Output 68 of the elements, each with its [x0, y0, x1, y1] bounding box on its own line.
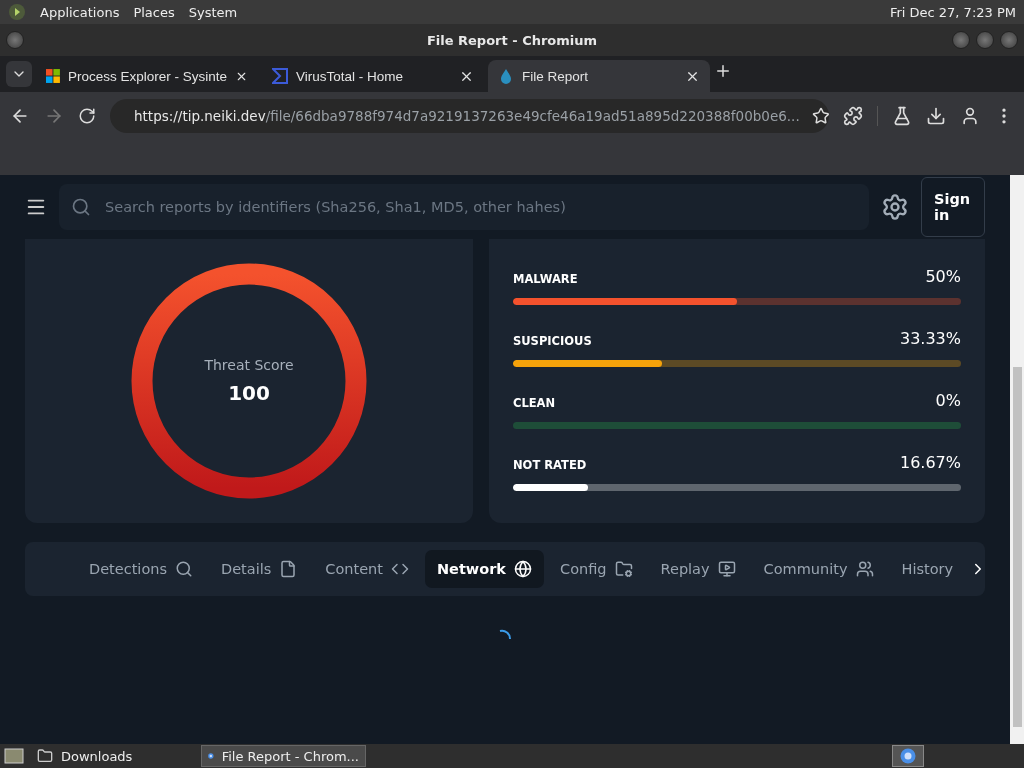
drop-logo-icon	[498, 68, 514, 84]
browser-tab[interactable]: Process Explorer - Sysinte	[36, 60, 258, 92]
report-tab[interactable]: Detections	[77, 550, 205, 588]
close-button[interactable]	[1000, 31, 1018, 49]
globe-icon	[514, 560, 532, 578]
url-text: https://tip.neiki.dev/file/66dba9788f974d7a9219137263e49cfe46a19ad51a895d220388f00b0e6...	[134, 108, 800, 124]
app-menu-icon[interactable]	[8, 3, 26, 21]
verdict-percent: 0%	[935, 391, 961, 410]
tab-title: Process Explorer - Sysinte	[67, 68, 227, 84]
verdict-percent: 50%	[925, 267, 961, 286]
threat-score-label: Threat Score	[204, 357, 294, 373]
taskbar-item-label: File Report - Chrom...	[221, 748, 359, 764]
tab-title: VirusTotal - Home	[296, 68, 405, 84]
panel-menu[interactable]: System	[188, 4, 238, 20]
tab-title: File Report	[522, 68, 590, 84]
window-menu-button[interactable]	[6, 31, 24, 49]
tab-list-button[interactable]	[6, 61, 32, 87]
show-desktop-icon[interactable]	[4, 747, 24, 765]
report-tab[interactable]: Details	[209, 550, 310, 588]
report-tab[interactable]: Content	[313, 550, 421, 588]
taskbar-item-label: Downloads	[61, 748, 133, 764]
people-icon	[855, 560, 874, 578]
verdict-label: MALWARE	[513, 272, 578, 286]
new-tab-icon[interactable]	[714, 62, 732, 80]
taskbar-item[interactable]: File Report - Chrom...	[201, 745, 366, 767]
profile-icon[interactable]	[960, 106, 980, 126]
report-tab[interactable]: Replay	[648, 550, 748, 588]
report-tab[interactable]: History	[889, 550, 966, 588]
search-icon	[175, 560, 193, 578]
report-tab[interactable]: Network	[424, 550, 544, 588]
windows-logo-icon	[46, 68, 60, 84]
verdict-percent: 33.33%	[900, 329, 961, 348]
minimize-button[interactable]	[952, 31, 970, 49]
reload-icon[interactable]	[78, 107, 96, 125]
browser-tab[interactable]: File Report	[488, 60, 710, 92]
address-bar[interactable]: https://tip.neiki.dev/file/66dba9788f974d7a9219137263e49cfe46a19ad51a895d220388f00b0e6...	[110, 99, 829, 133]
chromium-icon	[900, 748, 916, 764]
panel-menu[interactable]: Places	[133, 4, 175, 20]
search-icon	[71, 197, 91, 217]
panel-menu[interactable]: Applications	[40, 4, 120, 20]
workspace-switcher[interactable]	[892, 745, 924, 767]
verdict-label: NOT RATED	[513, 458, 587, 472]
verdict-percent: 16.67%	[900, 453, 961, 472]
folder-icon	[37, 748, 53, 764]
taskbar-item[interactable]: Downloads	[30, 745, 195, 767]
download-icon[interactable]	[926, 106, 946, 126]
threat-score-value: 100	[228, 381, 270, 405]
search-placeholder: Search reports by identifiers (Sha256, Sha1, MD5, other hahes)	[105, 199, 566, 215]
verdict-label: CLEAN	[513, 396, 556, 410]
extensions-icon[interactable]	[843, 106, 863, 126]
search-field[interactable]: Search reports by identifiers (Sha256, Sha1, MD5, other hahes)	[59, 184, 869, 230]
scrollbar[interactable]	[1010, 175, 1024, 744]
report-tab[interactable]: Config	[548, 550, 645, 588]
browser-tab[interactable]: VirusTotal - Home	[262, 60, 484, 92]
sign-in-button[interactable]: Sign in	[921, 177, 985, 237]
panel-clock: Fri Dec 27, 7:23 PM	[889, 4, 1016, 20]
bookmark-star-icon[interactable]	[811, 107, 829, 125]
document-icon	[279, 560, 298, 578]
chevron-logo-icon	[272, 68, 288, 84]
maximize-button[interactable]	[976, 31, 994, 49]
verdict-label: SUSPICIOUS	[513, 334, 592, 348]
window-title: File Report - Chromium	[426, 32, 598, 48]
folder-gear-icon	[614, 560, 633, 578]
report-tab[interactable]: Community	[751, 550, 886, 588]
settings-icon[interactable]	[881, 193, 909, 221]
screen-play-icon	[717, 560, 736, 578]
loading-spinner-icon	[498, 628, 512, 642]
flask-icon[interactable]	[892, 106, 912, 126]
